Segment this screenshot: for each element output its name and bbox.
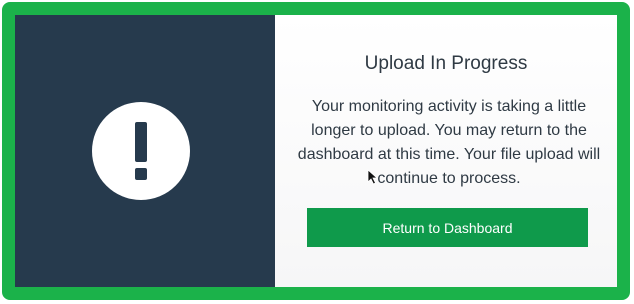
dialog-title: Upload In Progress [364,53,528,74]
exclamation-circle-icon [92,102,190,200]
highlight-frame: Upload In Progress Your monitoring activ… [2,2,630,300]
mouse-cursor-icon [367,169,379,185]
dialog-icon-panel [15,15,275,287]
upload-progress-dialog: Upload In Progress Your monitoring activ… [15,15,617,287]
exclamation-dot [135,168,147,180]
dialog-content-panel: Upload In Progress Your monitoring activ… [275,15,617,287]
return-to-dashboard-button[interactable]: Return to Dashboard [307,208,588,247]
exclamation-bar [135,122,147,162]
dialog-message: Your monitoring activity is taking a lit… [297,98,601,187]
